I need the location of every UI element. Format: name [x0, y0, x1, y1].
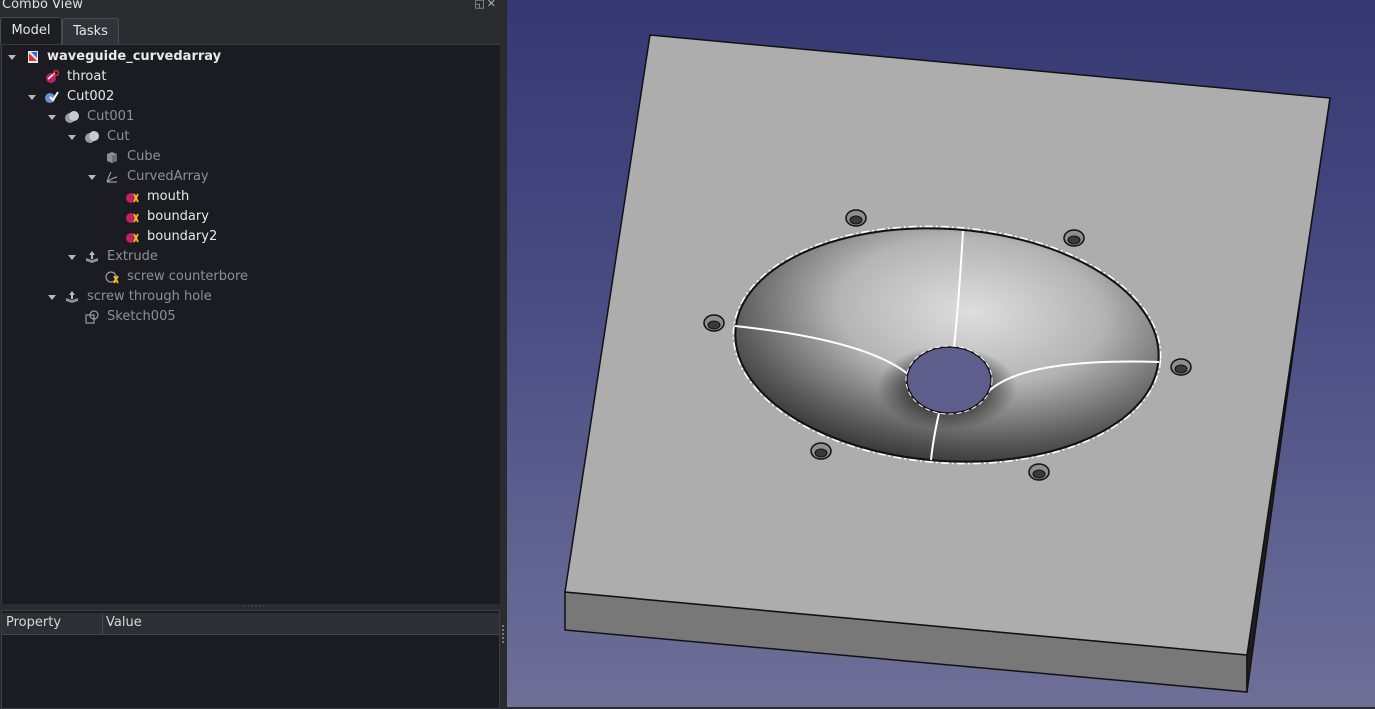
splitter-grip-icon [502, 625, 504, 643]
tree-item-label: Sketch005 [107, 309, 176, 324]
extrude-icon [86, 251, 98, 263]
tree-item-label: CurvedArray [127, 169, 209, 184]
tree-item-label: throat [67, 69, 107, 84]
extrude-icon [66, 291, 78, 303]
tree-item-label: Extrude [107, 249, 158, 264]
sketch-icon [85, 310, 99, 324]
tree-item-boundary2[interactable]: boundary2 [2, 227, 498, 247]
tree-item-throat[interactable]: throat [2, 67, 498, 87]
tree-item-screw-counterbore[interactable]: screw counterbore [2, 267, 498, 287]
chevron-down-icon[interactable] [28, 95, 36, 100]
property-header: Property Value [2, 613, 499, 635]
boolean-cut-check-icon [45, 91, 59, 103]
panel-title: Combo View [2, 0, 83, 12]
boolean-cut-icon [65, 111, 79, 123]
tree-item-boundary[interactable]: boundary [2, 207, 498, 227]
combo-view-panel: Combo View ◱✕ Model Tasks waveguide_curv… [0, 0, 506, 709]
tree-item-label: boundary [147, 209, 209, 224]
tree-item-cut002[interactable]: Cut002 [2, 87, 498, 107]
screw-hole[interactable] [810, 442, 832, 460]
sketch-warning-icon [105, 271, 119, 284]
tab-tasks[interactable]: Tasks [62, 18, 119, 45]
tree-item-label: waveguide_curvedarray [47, 49, 222, 64]
tab-model[interactable]: Model [0, 17, 62, 44]
screw-hole[interactable] [703, 314, 725, 332]
tree-item-cut[interactable]: Cut [2, 127, 498, 147]
chevron-down-icon[interactable] [68, 255, 76, 260]
chevron-down-icon[interactable] [48, 295, 56, 300]
tree-item-cube[interactable]: Cube [2, 147, 498, 167]
chevron-down-icon[interactable] [8, 55, 16, 60]
tree-item-label: Cut002 [67, 89, 115, 104]
screw-hole[interactable] [1170, 358, 1192, 376]
sketch-error-icon [126, 213, 139, 223]
screw-hole[interactable] [1028, 463, 1050, 481]
float-icon[interactable]: ◱ [474, 0, 486, 10]
chevron-down-icon[interactable] [68, 135, 76, 140]
chevron-down-icon[interactable] [88, 175, 96, 180]
splitter-grip-icon: ······ [243, 602, 267, 612]
tree-item-label: Cut [107, 129, 130, 144]
tree-item-waveguide-curvedarray[interactable]: waveguide_curvedarray [2, 47, 498, 67]
tree-item-cut001[interactable]: Cut001 [2, 107, 498, 127]
tree-item-label: boundary2 [147, 229, 218, 244]
property-editor[interactable]: Property Value [1, 610, 500, 709]
tree-item-label: Cube [127, 149, 161, 164]
column-header-value[interactable]: Value [106, 615, 142, 630]
chevron-down-icon[interactable] [48, 115, 56, 120]
tree-item-screw-through-hole[interactable]: screw through hole [2, 287, 498, 307]
panel-window-buttons: ◱✕ [474, 0, 498, 10]
main-splitter[interactable] [500, 0, 507, 707]
tree-item-label: mouth [147, 189, 190, 204]
sketch-error-icon [126, 233, 139, 243]
column-divider[interactable] [102, 613, 103, 634]
screw-hole[interactable] [845, 209, 867, 227]
tree-item-label: Cut001 [87, 109, 135, 124]
screw-hole[interactable] [1063, 229, 1085, 247]
curved-array-icon [106, 171, 118, 183]
tree-item-sketch005[interactable]: Sketch005 [2, 307, 498, 327]
cube-icon [107, 152, 117, 163]
tree-item-label: screw counterbore [127, 269, 249, 284]
model-tree[interactable]: waveguide_curvedarray throat Cut002 Cut0… [1, 44, 501, 606]
combo-view-titlebar: Combo View ◱✕ [0, 0, 506, 14]
tree-item-extrude[interactable]: Extrude [2, 247, 498, 267]
throat-opening[interactable] [906, 346, 992, 414]
sketch-error-icon [46, 70, 59, 83]
tree-item-label: screw through hole [87, 289, 212, 304]
column-header-property[interactable]: Property [6, 615, 61, 630]
sketch-error-icon [126, 193, 139, 203]
boolean-cut-icon [85, 131, 99, 143]
document-icon [28, 51, 38, 63]
3d-model-scene[interactable] [507, 0, 1375, 707]
3d-viewport[interactable] [507, 0, 1375, 707]
close-icon[interactable]: ✕ [487, 0, 498, 10]
tree-item-curvedarray[interactable]: CurvedArray [2, 167, 498, 187]
tree-item-mouth[interactable]: mouth [2, 187, 498, 207]
